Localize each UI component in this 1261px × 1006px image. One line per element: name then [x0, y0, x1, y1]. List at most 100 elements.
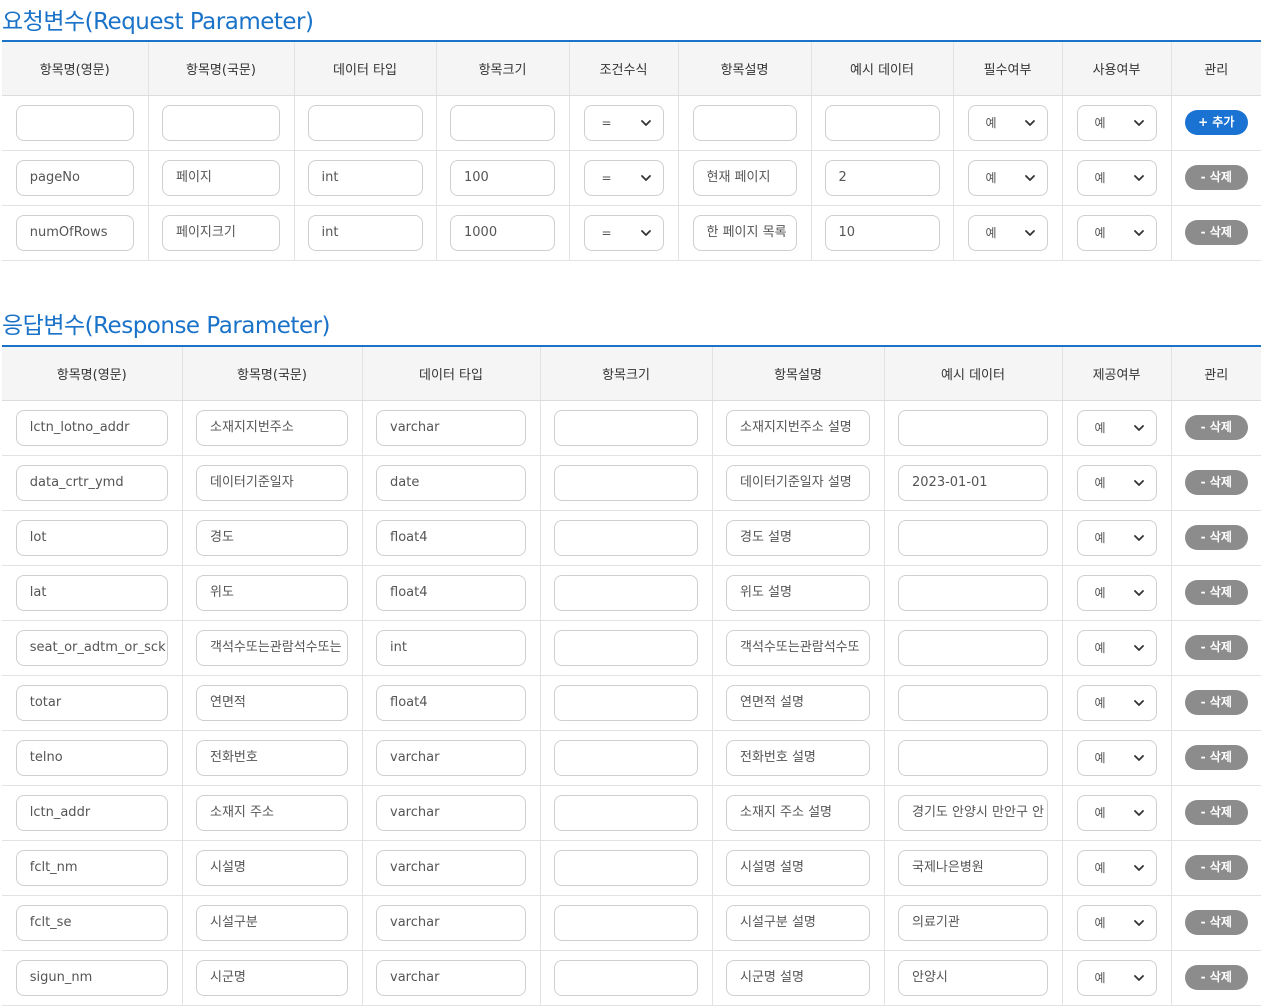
add-row-button[interactable]: + 추가 — [1184, 110, 1248, 135]
delete-row-button[interactable]: - 삭제 — [1184, 470, 1248, 495]
example-input[interactable]: 2 — [824, 159, 940, 196]
description-input[interactable]: 객석수또는관람석수또 — [726, 629, 870, 666]
example-input[interactable]: 국제나은병원 — [898, 849, 1048, 886]
data-type-input[interactable]: varchar — [376, 409, 526, 446]
description-input[interactable]: 데이터기준일자 설명 — [726, 464, 870, 501]
name-ko-input[interactable]: 전화번호 — [196, 739, 348, 776]
size-input[interactable] — [554, 739, 698, 776]
condition-select[interactable]: = — [583, 104, 664, 141]
example-input[interactable] — [898, 519, 1048, 556]
name-ko-input[interactable] — [162, 104, 280, 141]
name-en-input[interactable]: sigun_nm — [15, 959, 168, 996]
name-en-input[interactable]: numOfRows — [15, 214, 134, 251]
provided-select[interactable]: 예 — [1076, 629, 1157, 666]
description-input[interactable]: 연면적 설명 — [726, 684, 870, 721]
delete-row-button[interactable]: - 삭제 — [1184, 965, 1248, 990]
name-en-input[interactable]: lot — [15, 519, 168, 556]
example-input[interactable] — [898, 739, 1048, 776]
provided-select[interactable]: 예 — [1076, 574, 1157, 611]
data-type-input[interactable]: varchar — [376, 904, 526, 941]
required-select[interactable]: 예 — [967, 214, 1048, 251]
name-ko-input[interactable]: 객석수또는관람석수또는 — [196, 629, 348, 666]
name-ko-input[interactable]: 위도 — [196, 574, 348, 611]
required-select[interactable]: 예 — [967, 104, 1048, 141]
delete-row-button[interactable]: - 삭제 — [1184, 415, 1248, 440]
size-input[interactable] — [554, 904, 698, 941]
description-input[interactable]: 위도 설명 — [726, 574, 870, 611]
delete-row-button[interactable]: - 삭제 — [1184, 745, 1248, 770]
name-ko-input[interactable]: 페이지 — [162, 159, 280, 196]
data-type-input[interactable] — [307, 104, 423, 141]
name-ko-input[interactable]: 페이지크기 — [162, 214, 280, 251]
size-input[interactable] — [554, 684, 698, 721]
name-en-input[interactable] — [15, 104, 134, 141]
description-input[interactable]: 소재지 주소 설명 — [726, 794, 870, 831]
name-en-input[interactable]: lctn_lotno_addr — [15, 409, 168, 446]
data-type-input[interactable]: date — [376, 464, 526, 501]
delete-row-button[interactable]: - 삭제 — [1184, 635, 1248, 660]
delete-row-button[interactable]: - 삭제 — [1184, 165, 1248, 190]
example-input[interactable] — [898, 629, 1048, 666]
size-input[interactable] — [554, 794, 698, 831]
provided-select[interactable]: 예 — [1076, 739, 1157, 776]
used-select[interactable]: 예 — [1076, 214, 1157, 251]
required-select[interactable]: 예 — [967, 159, 1048, 196]
name-en-input[interactable]: fclt_se — [15, 904, 168, 941]
name-en-input[interactable]: telno — [15, 739, 168, 776]
size-input[interactable]: 100 — [450, 159, 555, 196]
provided-select[interactable]: 예 — [1076, 794, 1157, 831]
data-type-input[interactable]: float4 — [376, 574, 526, 611]
provided-select[interactable]: 예 — [1076, 519, 1157, 556]
description-input[interactable]: 전화번호 설명 — [726, 739, 870, 776]
size-input[interactable] — [450, 104, 555, 141]
data-type-input[interactable]: int — [307, 214, 423, 251]
size-input[interactable] — [554, 849, 698, 886]
provided-select[interactable]: 예 — [1076, 464, 1157, 501]
example-input[interactable]: 안양시 — [898, 959, 1048, 996]
example-input[interactable]: 2023-01-01 — [898, 464, 1048, 501]
condition-select[interactable]: = — [583, 214, 664, 251]
used-select[interactable]: 예 — [1076, 104, 1157, 141]
description-input[interactable]: 소재지지번주소 설명 — [726, 409, 870, 446]
name-ko-input[interactable]: 데이터기준일자 — [196, 464, 348, 501]
name-en-input[interactable]: seat_or_adtm_or_sck — [15, 629, 168, 666]
provided-select[interactable]: 예 — [1076, 959, 1157, 996]
provided-select[interactable]: 예 — [1076, 904, 1157, 941]
delete-row-button[interactable]: - 삭제 — [1184, 800, 1248, 825]
description-input[interactable]: 시설구분 설명 — [726, 904, 870, 941]
name-en-input[interactable]: fclt_nm — [15, 849, 168, 886]
description-input[interactable]: 현재 페이지 — [692, 159, 797, 196]
description-input[interactable] — [692, 104, 797, 141]
example-input[interactable] — [898, 684, 1048, 721]
example-input[interactable] — [824, 104, 940, 141]
condition-select[interactable]: = — [583, 159, 664, 196]
delete-row-button[interactable]: - 삭제 — [1184, 525, 1248, 550]
name-en-input[interactable]: pageNo — [15, 159, 134, 196]
size-input[interactable] — [554, 959, 698, 996]
delete-row-button[interactable]: - 삭제 — [1184, 690, 1248, 715]
name-en-input[interactable]: lctn_addr — [15, 794, 168, 831]
delete-row-button[interactable]: - 삭제 — [1184, 580, 1248, 605]
delete-row-button[interactable]: - 삭제 — [1184, 855, 1248, 880]
example-input[interactable]: 경기도 안양시 만안구 안 — [898, 794, 1048, 831]
data-type-input[interactable]: float4 — [376, 684, 526, 721]
size-input[interactable] — [554, 519, 698, 556]
description-input[interactable]: 경도 설명 — [726, 519, 870, 556]
name-en-input[interactable]: lat — [15, 574, 168, 611]
size-input[interactable] — [554, 574, 698, 611]
description-input[interactable]: 한 페이지 목록 — [692, 214, 797, 251]
delete-row-button[interactable]: - 삭제 — [1184, 220, 1248, 245]
data-type-input[interactable]: varchar — [376, 739, 526, 776]
data-type-input[interactable]: int — [376, 629, 526, 666]
delete-row-button[interactable]: - 삭제 — [1184, 910, 1248, 935]
data-type-input[interactable]: int — [307, 159, 423, 196]
data-type-input[interactable]: float4 — [376, 519, 526, 556]
description-input[interactable]: 시군명 설명 — [726, 959, 870, 996]
used-select[interactable]: 예 — [1076, 159, 1157, 196]
size-input[interactable]: 1000 — [450, 214, 555, 251]
size-input[interactable] — [554, 409, 698, 446]
name-en-input[interactable]: data_crtr_ymd — [15, 464, 168, 501]
example-input[interactable] — [898, 409, 1048, 446]
name-ko-input[interactable]: 경도 — [196, 519, 348, 556]
name-ko-input[interactable]: 연면적 — [196, 684, 348, 721]
